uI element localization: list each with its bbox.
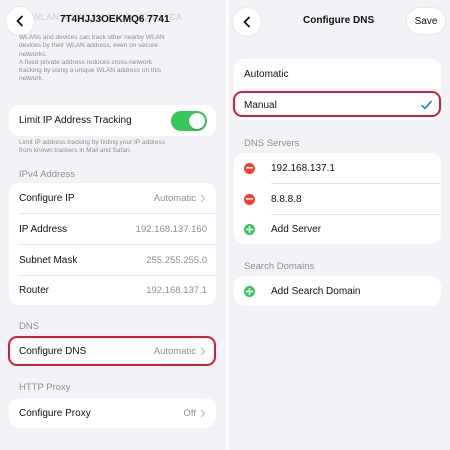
dns-server-row[interactable]: 192.168.137.1	[234, 153, 441, 183]
row-value: Automatic	[153, 192, 196, 204]
note-line: Limit IP address tracking by hiding your…	[19, 139, 166, 146]
plus-circle-icon	[244, 223, 255, 235]
row-label: Subnet Mask	[19, 254, 78, 266]
note-line: devices by their WLAN address, even on s…	[19, 42, 158, 50]
dns-servers-header: DNS Servers	[244, 138, 300, 149]
dns-server-address: 8.8.8.8	[271, 193, 302, 205]
chevron-right-icon	[200, 194, 206, 202]
ip-address-row: IP Address 192.168.137.160	[9, 214, 216, 244]
row-value: 192.168.137.160	[135, 223, 207, 235]
search-domains-group: Add Search Domain	[234, 276, 441, 306]
configure-proxy-row[interactable]: Configure Proxy Off	[9, 398, 216, 428]
back-button[interactable]	[6, 7, 34, 35]
ipv4-group: Configure IP Automatic IP Address 192.16…	[9, 183, 216, 305]
back-button[interactable]	[233, 8, 261, 36]
chevron-left-icon	[243, 16, 250, 28]
limit-tracking-toggle[interactable]	[171, 111, 207, 131]
row-value: Off	[183, 407, 197, 419]
chevron-right-icon	[200, 409, 206, 417]
plus-circle-icon	[244, 285, 255, 297]
note-line: A fixed private address reduces cross-ne…	[19, 58, 152, 66]
add-search-domain-label: Add Search Domain	[271, 285, 361, 297]
router-row: Router 192.168.137.1	[9, 275, 216, 305]
proxy-section-header: HTTP Proxy	[19, 382, 71, 393]
toggle-knob	[189, 113, 205, 129]
configure-ip-row[interactable]: Configure IP Automatic	[9, 183, 216, 213]
chevron-left-icon	[16, 15, 23, 27]
limit-tracking-label: Limit IP Address Tracking	[19, 114, 132, 126]
row-value: 255.255.255.0	[146, 254, 207, 266]
configure-dns-screen: Configure DNS Save Automatic Manual DNS …	[229, 0, 450, 450]
limit-tracking-group: Limit IP Address Tracking	[9, 105, 216, 136]
limit-tracking-row: Limit IP Address Tracking	[9, 105, 216, 135]
limit-tracking-note: Limit IP address tracking by hiding your…	[19, 139, 219, 156]
minus-circle-icon[interactable]	[244, 193, 255, 205]
dns-servers-group: 192.168.137.1 8.8.8.8 Add Server	[234, 153, 441, 244]
wifi-details-screen: WLAN AD WLAN ADDR MQG ATCA 7T4HJJ3OEKMQ6…	[0, 0, 226, 450]
note-line: WLANs and devices can track other nearby…	[19, 34, 165, 41]
subnet-mask-row: Subnet Mask 255.255.255.0	[9, 245, 216, 275]
mode-automatic-label: Automatic	[244, 68, 289, 80]
network-name-title: 7T4HJJ3OEKMQ6 7741	[60, 14, 170, 25]
row-label: Router	[19, 284, 50, 296]
mode-automatic-row[interactable]: Automatic	[234, 59, 441, 89]
dns-server-row[interactable]: 8.8.8.8	[234, 184, 441, 214]
note-line: from known trackers in Mail and Safari.	[19, 147, 132, 155]
private-address-note: WLANs and devices can track other nearby…	[19, 34, 219, 84]
proxy-group: Configure Proxy Off	[9, 398, 216, 428]
configure-dns-highlight	[8, 336, 216, 366]
row-value: 192.168.137.1	[146, 284, 207, 296]
add-server-label: Add Server	[271, 223, 322, 235]
minus-circle-icon[interactable]	[244, 162, 255, 174]
page-title: Configure DNS	[303, 15, 375, 26]
add-server-row[interactable]: Add Server	[234, 214, 441, 244]
dns-server-address: 192.168.137.1	[271, 162, 335, 174]
dns-section-header: DNS	[19, 321, 40, 332]
search-domains-header: Search Domains	[244, 261, 315, 272]
note-line: networks.	[19, 50, 47, 58]
row-label: IP Address	[19, 223, 68, 235]
add-search-domain-row[interactable]: Add Search Domain	[234, 276, 441, 306]
save-button[interactable]: Save	[407, 8, 445, 34]
manual-mode-highlight	[233, 91, 441, 117]
note-line: network.	[19, 75, 44, 83]
ipv4-section-header: IPv4 Address	[19, 169, 75, 180]
note-line: tracking by using a unique WLAN address …	[19, 67, 161, 75]
row-label: Configure Proxy	[19, 407, 91, 419]
row-label: Configure IP	[19, 192, 75, 204]
